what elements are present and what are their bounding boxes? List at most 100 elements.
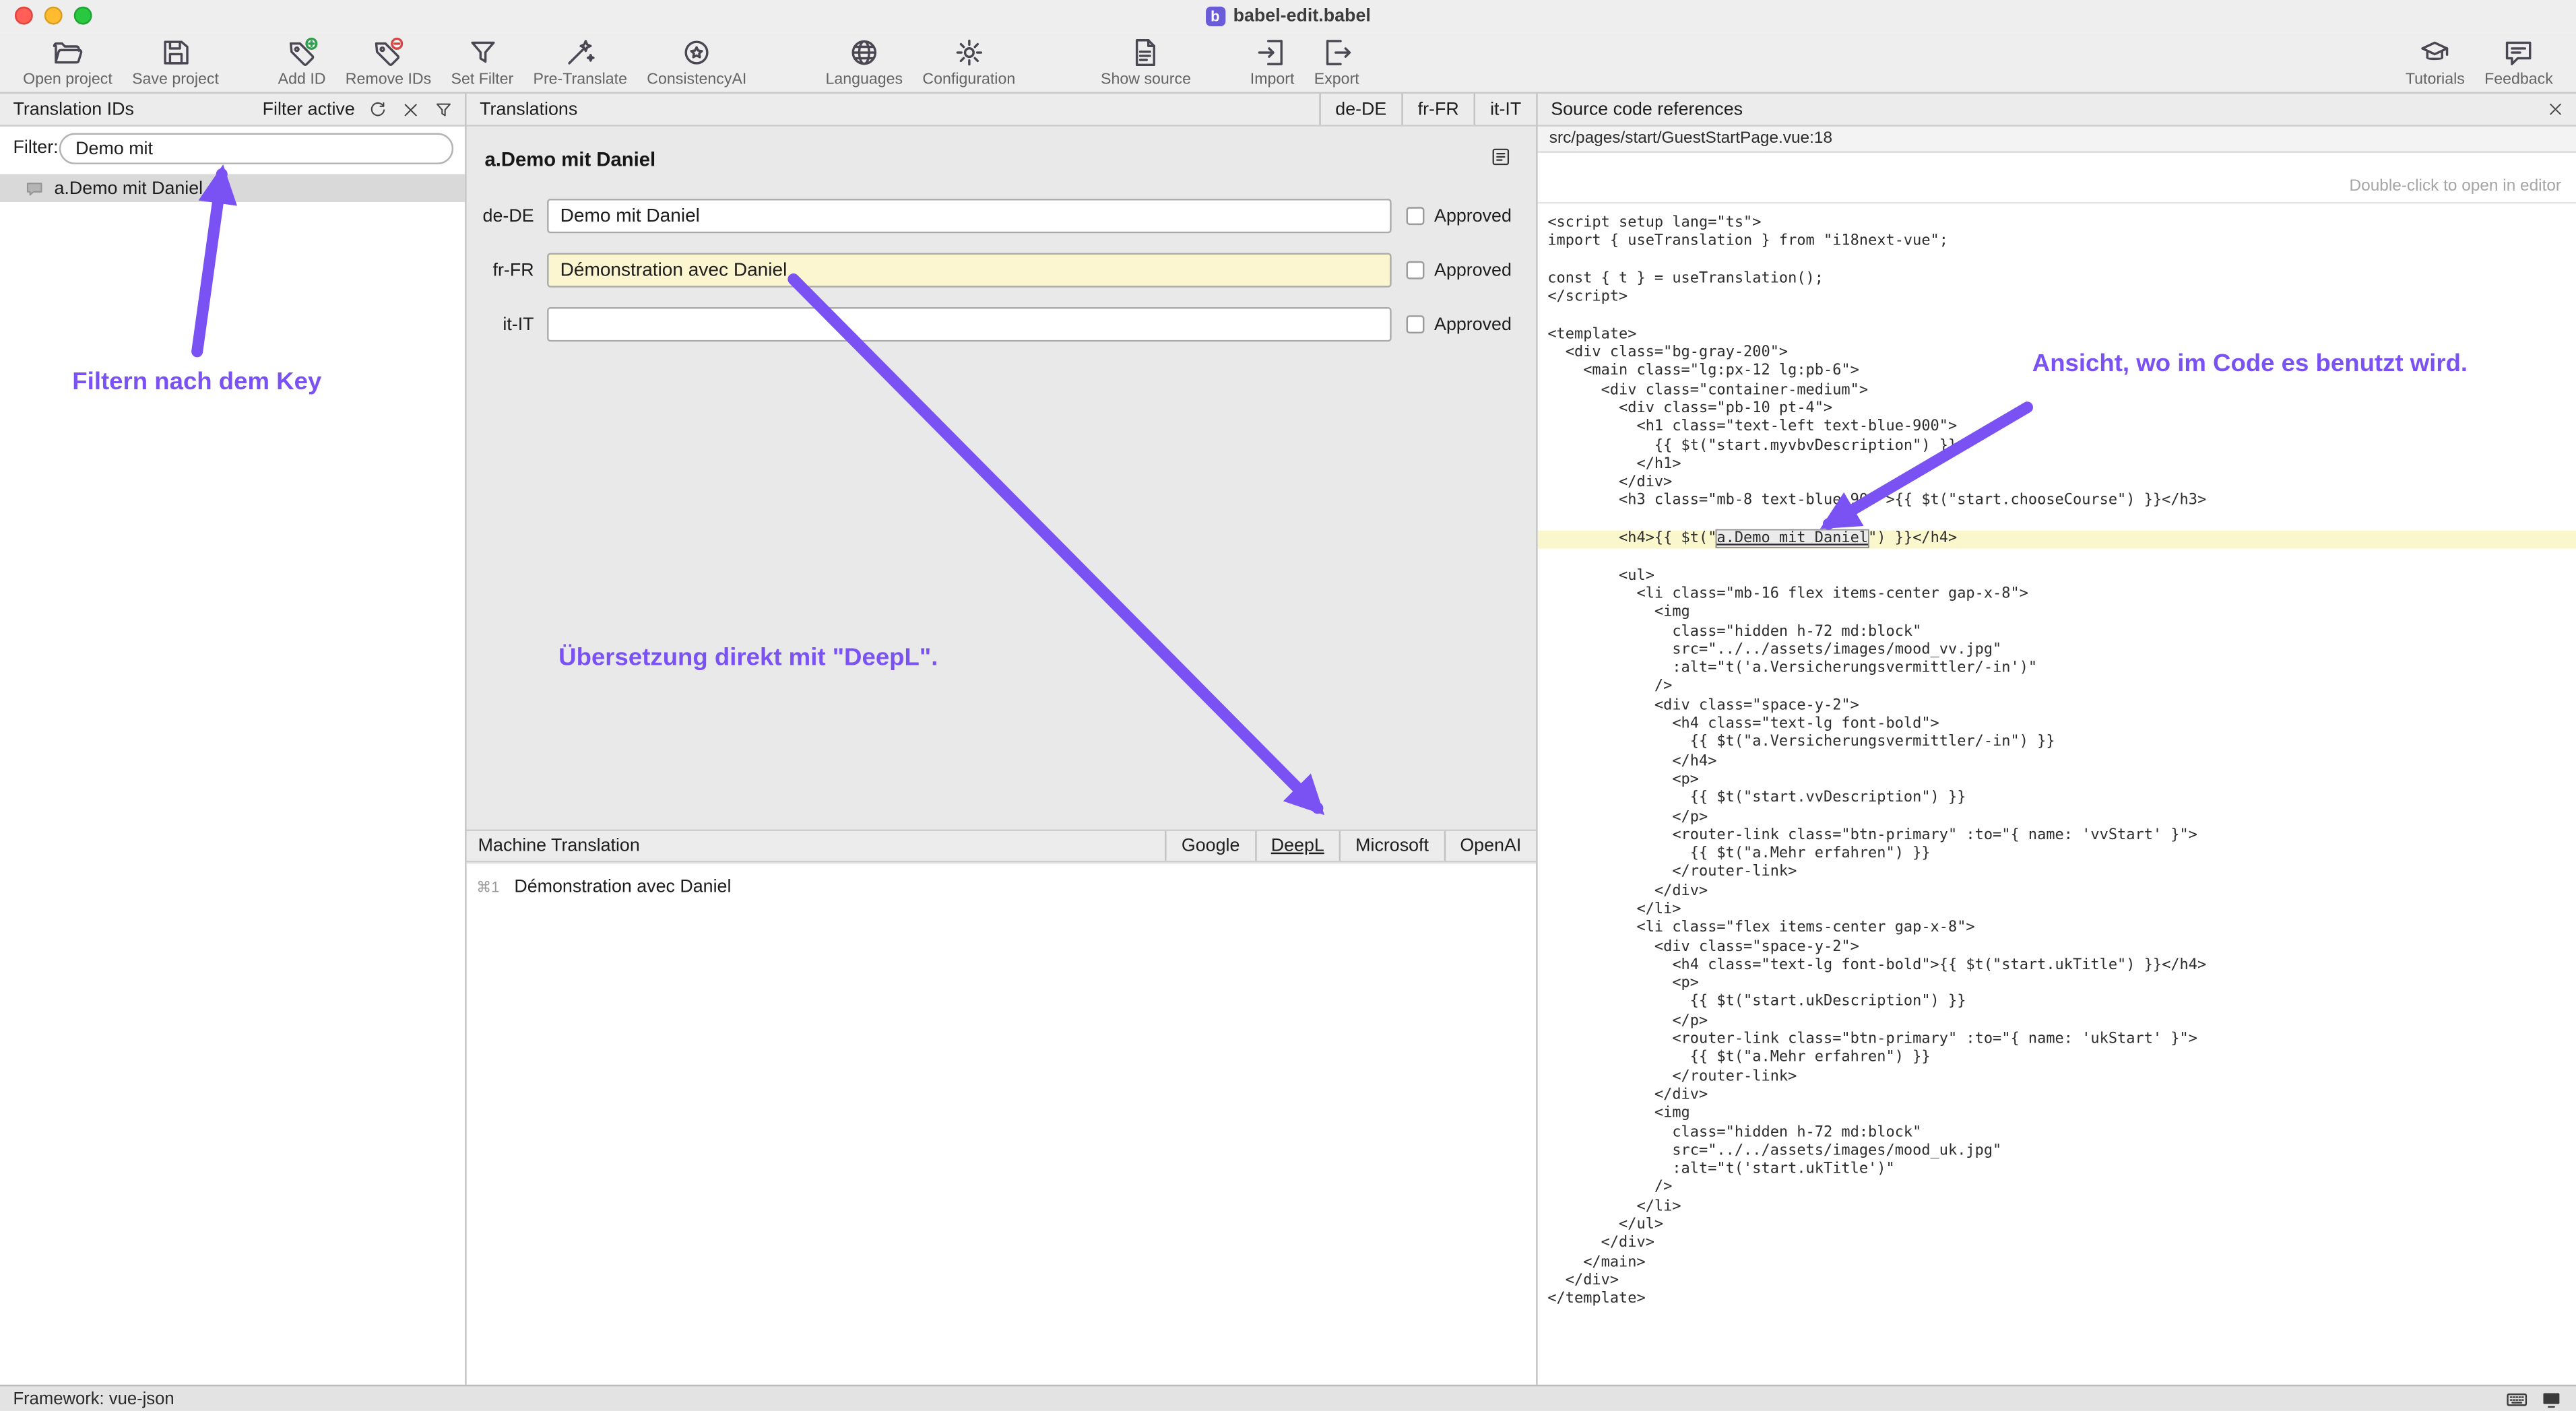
language-label: fr-FR: [467, 253, 534, 290]
toolbar-tutorials[interactable]: Tutorials: [2406, 36, 2465, 89]
screen-icon[interactable]: [2540, 1387, 2563, 1410]
toolbar-label: Tutorials: [2406, 71, 2465, 89]
wand-icon: [564, 36, 597, 69]
toolbar-open-project[interactable]: Open project: [23, 36, 112, 89]
toolbar-save-project[interactable]: Save project: [132, 36, 219, 89]
toolbar-show-source[interactable]: Show source: [1101, 36, 1191, 89]
panels: Translation IDs Filter active Filter: a.…: [0, 94, 2576, 1385]
code-line: </li>: [1538, 902, 2576, 921]
toolbar-import[interactable]: Import: [1250, 36, 1295, 89]
source-references-panel: Source code references src/pages/start/G…: [1536, 94, 2576, 1385]
translation-ids-panel: Translation IDs Filter active Filter: a.…: [0, 94, 467, 1385]
translation-input-de-DE[interactable]: [547, 199, 1392, 233]
code-line: class="hidden h-72 md:block": [1538, 1124, 2576, 1143]
toolbar-label: Configuration: [922, 71, 1015, 89]
folder-icon: [51, 36, 84, 69]
titlebar: b babel-edit.babel: [0, 0, 2576, 33]
filter-active-label: Filter active: [263, 100, 355, 119]
code-line: {{ $t("start.myvbvDescription") }}: [1538, 438, 2576, 457]
approved-checkbox[interactable]: [1407, 315, 1425, 333]
id-filter-input[interactable]: [59, 133, 453, 164]
translation-input-fr-FR[interactable]: [547, 253, 1392, 288]
code-line: {{ $t("a.Mehr erfahren") }}: [1538, 1050, 2576, 1069]
toolbar-set-filter[interactable]: Set Filter: [451, 36, 514, 89]
machine-translation-results: ⌘1 Démonstration avec Daniel: [467, 864, 1537, 1385]
toolbar-configuration[interactable]: Configuration: [922, 36, 1015, 89]
toolbar-remove-ids[interactable]: Remove IDs: [346, 36, 431, 89]
language-tab-it-IT[interactable]: it-IT: [1474, 94, 1537, 125]
translation-id-item[interactable]: a.Demo mit Daniel: [0, 174, 465, 202]
tag-minus-icon: [372, 36, 405, 69]
code-line: </li>: [1538, 1199, 2576, 1218]
toolbar-feedback[interactable]: Feedback: [2484, 36, 2553, 89]
language-tab-de-DE[interactable]: de-DE: [1319, 94, 1401, 125]
toolbar-export[interactable]: Export: [1314, 36, 1359, 89]
toolbar-label: Feedback: [2484, 71, 2553, 89]
code-line: <h1 class="text-left text-blue-900">: [1538, 420, 2576, 438]
panel-title-translations: Translations: [480, 100, 577, 119]
translation-editor: a.Demo mit Daniel de-DEApprovedfr-FRAppr…: [467, 127, 1537, 830]
code-line: const { t } = useTranslation();: [1538, 271, 2576, 290]
bubble-icon: [25, 178, 44, 198]
mt-result-row[interactable]: ⌘1 Démonstration avec Daniel: [467, 877, 1537, 896]
toolbar-label: Pre-Translate: [533, 71, 627, 89]
code-line: <h4 class="text-lg font-bold">: [1538, 716, 2576, 735]
code-line: <img: [1538, 1106, 2576, 1125]
code-line: {{ $t("a.Mehr erfahren") }}: [1538, 846, 2576, 865]
language-label: de-DE: [467, 199, 534, 235]
filter-icon[interactable]: [434, 100, 453, 119]
code-line: <img: [1538, 605, 2576, 624]
translation-id-label: a.Demo mit Daniel: [54, 178, 203, 198]
code-line: <li class="flex items-center gap-x-8">: [1538, 920, 2576, 939]
code-line: </main>: [1538, 1254, 2576, 1273]
editor-hint: Double-click to open in editor: [2350, 177, 2562, 195]
panel-title-translation-ids: Translation IDs: [13, 100, 134, 119]
mt-provider-tab-openai[interactable]: OpenAI: [1444, 831, 1536, 861]
window-title-text: babel-edit.babel: [1233, 7, 1371, 26]
toolbar-right: Tutorials Feedback: [2395, 36, 2563, 89]
close-panel-icon[interactable]: [2546, 100, 2565, 119]
toolbar-languages[interactable]: Languages: [825, 36, 903, 89]
source-file-reference[interactable]: src/pages/start/GuestStartPage.vue:18: [1538, 127, 2576, 153]
translation-input-it-IT[interactable]: [547, 307, 1392, 341]
language-label: it-IT: [467, 307, 534, 343]
keyboard-shortcuts-icon[interactable]: [2505, 1387, 2528, 1410]
code-line-highlighted: <h4>{{ $t("a.Demo mit Daniel") }}</h4>: [1538, 531, 2576, 550]
approved-checkbox[interactable]: [1407, 207, 1425, 225]
source-references-header: Source code references: [1538, 94, 2576, 127]
machine-translation-header: Machine Translation GoogleDeepLMicrosoft…: [467, 830, 1537, 863]
toolbar-consistency-ai[interactable]: ConsistencyAI: [647, 36, 746, 89]
approved-checkbox[interactable]: [1407, 261, 1425, 280]
mt-provider-tab-deepl[interactable]: DeepL: [1254, 831, 1339, 861]
highlighted-translation-key[interactable]: a.Demo mit Daniel: [1716, 531, 1868, 547]
code-line: :alt="t('a.Versicherungsvermittler/-in')…: [1538, 661, 2576, 680]
mt-provider-tab-microsoft[interactable]: Microsoft: [1339, 831, 1444, 861]
framework-label: Framework: vue-json: [13, 1389, 174, 1408]
mt-provider-tab-google[interactable]: Google: [1165, 831, 1254, 861]
toolbar-add-id[interactable]: Add ID: [278, 36, 326, 89]
translation-ids-body: Filter: a.Demo mit Daniel: [0, 127, 465, 1385]
code-line: [1538, 512, 2576, 531]
toolbar-left: Open project Save project Add ID Remove IDs…: [13, 36, 1370, 89]
language-tab-fr-FR[interactable]: fr-FR: [1401, 94, 1473, 125]
toolbar-pre-translate[interactable]: Pre-Translate: [533, 36, 627, 89]
app-window: b babel-edit.babel Open project Save proj…: [0, 0, 2576, 1411]
toolbar-label: Add ID: [278, 71, 326, 89]
mt-result-text: Démonstration avec Daniel: [514, 877, 731, 896]
toolbar-label: Open project: [23, 71, 112, 89]
translations-body: a.Demo mit Daniel de-DEApprovedfr-FRAppr…: [467, 127, 1537, 1385]
code-line: </router-link>: [1538, 865, 2576, 884]
code-line: />: [1538, 679, 2576, 698]
code-line: </router-link>: [1538, 1069, 2576, 1088]
code-line: <script setup lang="ts">: [1538, 215, 2576, 234]
machine-translation-title: Machine Translation: [478, 836, 640, 855]
code-line: import { useTranslation } from "i18next-…: [1538, 234, 2576, 253]
status-bar: Framework: vue-json: [0, 1385, 2576, 1411]
translation-row-fr-FR: fr-FRApproved: [467, 253, 1537, 290]
import-icon: [1256, 36, 1289, 69]
refresh-filter-icon[interactable]: [368, 100, 387, 119]
tag-plus-icon: [286, 36, 319, 69]
clear-filter-icon[interactable]: [401, 100, 420, 119]
code-view[interactable]: <script setup lang="ts">import { useTran…: [1538, 203, 2576, 1384]
toolbar-label: ConsistencyAI: [647, 71, 746, 89]
